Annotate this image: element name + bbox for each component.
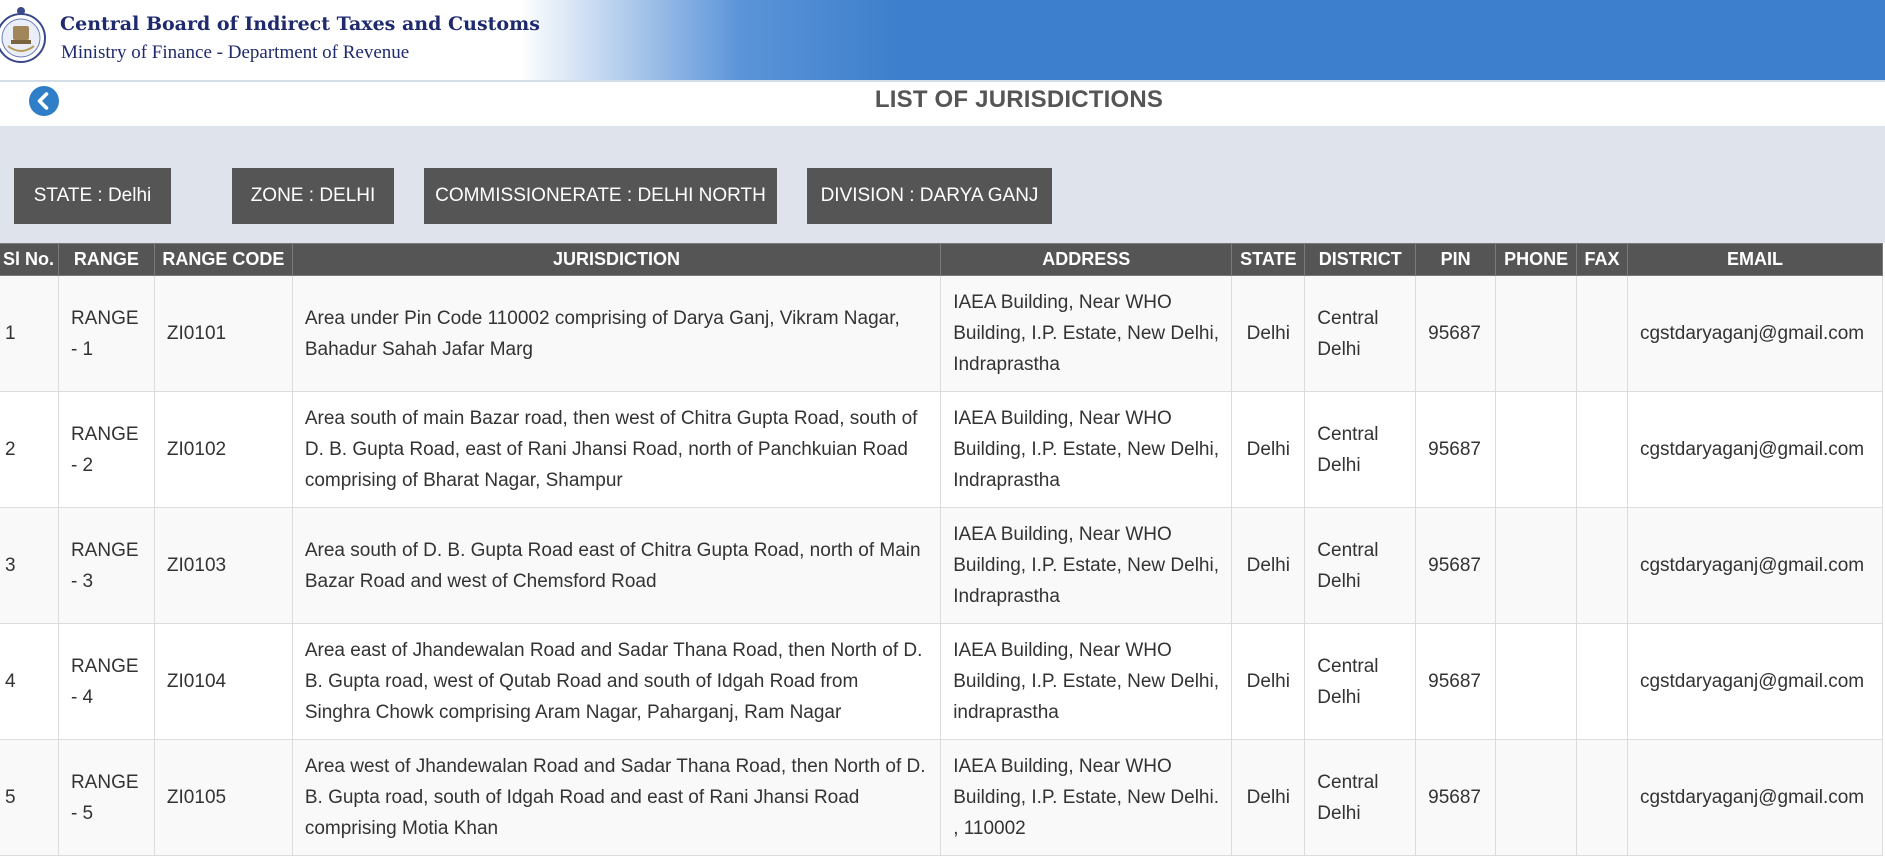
col-header-jurisdiction[interactable]: JURISDICTION — [291, 243, 942, 276]
cell-district: Central Delhi — [1304, 623, 1417, 740]
cell-fax — [1576, 623, 1628, 740]
header-banner: Central Board of Indirect Taxes and Cust… — [0, 0, 1885, 82]
cell-address: IAEA Building, Near WHO Building, I.P. E… — [940, 739, 1233, 856]
col-header-pin[interactable]: PIN — [1415, 243, 1497, 276]
cell-fax — [1576, 275, 1628, 392]
cell-state: Delhi — [1231, 275, 1306, 392]
zone-filter-chip[interactable]: ZONE : DELHI — [232, 168, 394, 224]
page-title: LIST OF JURISDICTIONS — [874, 86, 1164, 113]
cell-email[interactable]: cgstdaryaganj@gmail.com — [1626, 507, 1884, 624]
cell-sl-no: 4 — [0, 623, 59, 740]
cell-jurisdiction: Area south of main Bazar road, then west… — [291, 391, 942, 508]
cell-pin: 95687 — [1415, 507, 1497, 624]
cell-address: IAEA Building, Near WHO Building, I.P. E… — [940, 275, 1233, 392]
cell-pin: 95687 — [1415, 391, 1497, 508]
table-row: 3 RANGE - 3 ZI0103 Area south of D. B. G… — [0, 507, 1884, 624]
col-header-sl-no[interactable]: Sl No. — [0, 243, 59, 276]
org-subtitle: Ministry of Finance - Department of Reve… — [61, 42, 410, 63]
col-header-phone[interactable]: PHONE — [1495, 243, 1578, 276]
cell-district: Central Delhi — [1304, 739, 1417, 856]
cell-sl-no: 5 — [0, 739, 59, 856]
cell-jurisdiction: Area south of D. B. Gupta Road east of C… — [291, 507, 942, 624]
cell-range-code: ZI0101 — [153, 275, 293, 392]
col-header-range[interactable]: RANGE — [57, 243, 155, 276]
table-row: 5 RANGE - 5 ZI0105 Area west of Jhandewa… — [0, 739, 1884, 856]
cell-pin: 95687 — [1415, 623, 1497, 740]
cell-range: RANGE - 1 — [57, 275, 155, 392]
division-filter-chip[interactable]: DIVISION : DARYA GANJ — [807, 168, 1052, 224]
cell-district: Central Delhi — [1304, 391, 1417, 508]
col-header-address[interactable]: ADDRESS — [940, 243, 1233, 276]
cell-jurisdiction: Area under Pin Code 110002 comprising of… — [291, 275, 942, 392]
cell-email[interactable]: cgstdaryaganj@gmail.com — [1626, 391, 1884, 508]
cell-fax — [1576, 739, 1628, 856]
cell-address: IAEA Building, Near WHO Building, I.P. E… — [940, 623, 1233, 740]
cell-email[interactable]: cgstdaryaganj@gmail.com — [1626, 623, 1884, 740]
col-header-range-code[interactable]: RANGE CODE — [153, 243, 293, 276]
jurisdictions-table: Sl No. RANGE RANGE CODE JURISDICTION ADD… — [0, 243, 1884, 856]
cell-pin: 95687 — [1415, 739, 1497, 856]
col-header-district[interactable]: DISTRICT — [1304, 243, 1417, 276]
cell-range-code: ZI0102 — [153, 391, 293, 508]
cell-jurisdiction: Area west of Jhandewalan Road and Sadar … — [291, 739, 942, 856]
cell-district: Central Delhi — [1304, 507, 1417, 624]
cell-phone — [1495, 391, 1578, 508]
cell-state: Delhi — [1231, 739, 1306, 856]
cell-pin: 95687 — [1415, 275, 1497, 392]
cell-range-code: ZI0105 — [153, 739, 293, 856]
cell-email[interactable]: cgstdaryaganj@gmail.com — [1626, 739, 1884, 856]
cell-range: RANGE - 5 — [57, 739, 155, 856]
cell-email[interactable]: cgstdaryaganj@gmail.com — [1626, 275, 1884, 392]
title-row: LIST OF JURISDICTIONS — [0, 82, 1885, 126]
table-row: 4 RANGE - 4 ZI0104 Area east of Jhandewa… — [0, 623, 1884, 740]
cell-state: Delhi — [1231, 507, 1306, 624]
cell-range: RANGE - 4 — [57, 623, 155, 740]
cell-district: Central Delhi — [1304, 275, 1417, 392]
cell-phone — [1495, 739, 1578, 856]
emblem-logo-icon — [0, 7, 46, 63]
cell-jurisdiction: Area east of Jhandewalan Road and Sadar … — [291, 623, 942, 740]
cell-address: IAEA Building, Near WHO Building, I.P. E… — [940, 391, 1233, 508]
cell-range: RANGE - 3 — [57, 507, 155, 624]
cell-phone — [1495, 507, 1578, 624]
cell-sl-no: 2 — [0, 391, 59, 508]
cell-state: Delhi — [1231, 623, 1306, 740]
org-name: Central Board of Indirect Taxes and Cust… — [60, 13, 540, 35]
state-filter-chip[interactable]: STATE : Delhi — [14, 168, 171, 224]
cell-phone — [1495, 275, 1578, 392]
col-header-state[interactable]: STATE — [1231, 243, 1306, 276]
cell-fax — [1576, 507, 1628, 624]
col-header-fax[interactable]: FAX — [1576, 243, 1628, 276]
commissionerate-filter-chip[interactable]: COMMISSIONERATE : DELHI NORTH — [424, 168, 777, 224]
cell-sl-no: 3 — [0, 507, 59, 624]
table-row: 1 RANGE - 1 ZI0101 Area under Pin Code 1… — [0, 275, 1884, 392]
cell-sl-no: 1 — [0, 275, 59, 392]
cell-range-code: ZI0103 — [153, 507, 293, 624]
cell-range-code: ZI0104 — [153, 623, 293, 740]
col-header-email[interactable]: EMAIL — [1626, 243, 1884, 276]
cell-range: RANGE - 2 — [57, 391, 155, 508]
table-header-row: Sl No. RANGE RANGE CODE JURISDICTION ADD… — [0, 243, 1884, 276]
cell-state: Delhi — [1231, 391, 1306, 508]
cell-phone — [1495, 623, 1578, 740]
filter-bar: STATE : Delhi ZONE : DELHI COMMISSIONERA… — [0, 126, 1885, 243]
cell-address: IAEA Building, Near WHO Building, I.P. E… — [940, 507, 1233, 624]
table-row: 2 RANGE - 2 ZI0102 Area south of main Ba… — [0, 391, 1884, 508]
cell-fax — [1576, 391, 1628, 508]
